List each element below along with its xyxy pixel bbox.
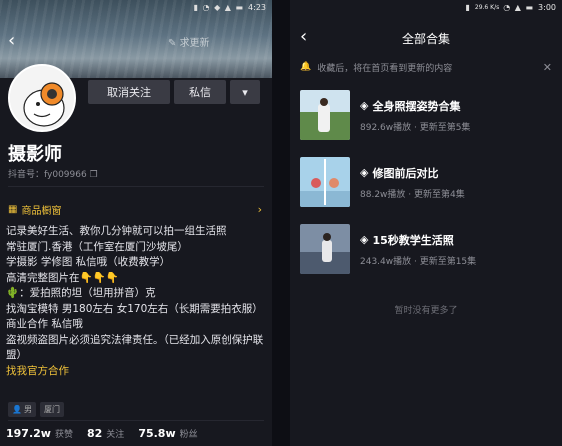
profile-tags: 👤 男 厦门 xyxy=(8,402,64,417)
bio-line: 盗视频盗图片必须追究法律责任。（已经加入原创保护联盟） xyxy=(6,333,264,362)
male-icon: 👤 xyxy=(12,405,22,414)
profile-stats: 197.2w 获赞 82 关注 75.8w 粉丝 xyxy=(6,427,208,440)
collections-panel: ▮ 29.6 K/s ◔ ▲ ▬ 3:00 ‹ 全部合集 🔔 收藏后，将在首页看… xyxy=(290,0,562,446)
chevron-right-icon: › xyxy=(257,202,262,216)
collection-meta: 88.2w播放 · 更新至第4集 xyxy=(360,189,465,200)
collection-title-text: 修图前后对比 xyxy=(372,166,439,180)
unfollow-button[interactable]: 取消关注 xyxy=(88,80,170,104)
status-icons: ▮ xyxy=(465,2,471,12)
collection-title-text: 15秒教学生活照 xyxy=(372,233,454,247)
notice-text: 收藏后，将在首页看到更新的内容 xyxy=(317,63,453,74)
network-speed: 29.6 K/s xyxy=(474,3,500,11)
copy-icon[interactable]: ❐ xyxy=(90,170,98,180)
shop-icon: ▦ xyxy=(8,203,18,215)
collection-info: ◈ 修图前后对比 88.2w播放 · 更新至第4集 xyxy=(360,165,465,200)
collection-title-text: 全身照摆姿势合集 xyxy=(372,99,461,113)
collection-title: ◈ 15秒教学生活照 xyxy=(360,232,476,248)
shop-label: 商品橱窗 xyxy=(21,205,62,217)
message-button[interactable]: 私信 xyxy=(174,80,226,104)
collection-info: ◈ 15秒教学生活照 243.4w播放 · 更新至第15集 xyxy=(360,232,476,267)
collection-item[interactable]: ◈ 修图前后对比 88.2w播放 · 更新至第4集 xyxy=(300,155,552,209)
followers-label[interactable]: 粉丝 xyxy=(180,427,198,440)
location-tag: 厦门 xyxy=(39,402,64,417)
profile-bio: 记录美好生活、教你几分钟就可以拍一组生活照 常驻厦门.香港（工作室在厦门沙坡尾）… xyxy=(6,224,270,379)
shop-window-link[interactable]: ▦ 商品橱窗 › xyxy=(8,202,262,217)
thumbnail-image-icon xyxy=(300,90,350,140)
request-update-button[interactable]: ✎ 求更新 xyxy=(168,34,210,49)
collection-info: ◈ 全身照摆姿势合集 892.6w播放 · 更新至第5集 xyxy=(360,98,470,133)
collection-title: ◈ 修图前后对比 xyxy=(360,165,465,181)
likes-count: 197.2w xyxy=(6,427,51,440)
collection-item[interactable]: ◈ 全身照摆姿势合集 892.6w播放 · 更新至第5集 xyxy=(300,88,552,142)
collection-meta: 892.6w播放 · 更新至第5集 xyxy=(360,122,471,133)
collection-thumbnail xyxy=(300,90,350,140)
bio-line: 高清完整图片在👇👇👇 xyxy=(6,271,119,284)
avatar[interactable] xyxy=(8,64,76,132)
bio-line: 🌵：爱拍照的坦（坦用拼音）克 xyxy=(6,287,156,299)
collection-meta: 243.4w播放 · 更新至第15集 xyxy=(360,256,477,267)
profile-name: 摄影师 xyxy=(8,144,62,165)
layers-icon: ◈ xyxy=(360,99,369,112)
followers-count[interactable]: 75.8w xyxy=(138,427,175,440)
bio-line: 常驻厦门.香港（工作室在厦门沙坡尾） xyxy=(6,240,188,253)
bio-line: 商业合作 私信哦 xyxy=(6,318,83,330)
uid-text: 抖音号：fy009966 xyxy=(8,170,87,180)
no-more-indicator: 暂时没有更多了 xyxy=(394,306,458,316)
layers-icon: ◈ xyxy=(360,233,369,246)
gender-label: 男 xyxy=(23,405,32,414)
following-label[interactable]: 关注 xyxy=(106,427,124,440)
official-cooperation-link[interactable]: 找我官方合作 xyxy=(6,364,270,380)
status-bar: ▮ 29.6 K/s ◔ ▲ ▬ 3:00 xyxy=(290,0,562,14)
avatar-illustration-icon xyxy=(10,66,74,130)
status-icons: ▮ ◔ ◆ ▲ ▬ xyxy=(193,2,245,12)
more-options-button[interactable]: ▾ xyxy=(230,80,260,104)
signal-icons: ◔ ▲ ▬ xyxy=(503,2,535,12)
gender-tag: 👤 男 xyxy=(8,402,36,417)
request-update-label: 求更新 xyxy=(179,38,210,49)
thumbnail-image-icon xyxy=(300,157,350,207)
close-icon[interactable]: ✕ xyxy=(543,61,552,74)
collection-item[interactable]: ◈ 15秒教学生活照 243.4w播放 · 更新至第15集 xyxy=(300,222,552,276)
collection-thumbnail xyxy=(300,157,350,207)
page-title: 全部合集 xyxy=(401,32,450,46)
status-time: 4:23 xyxy=(248,2,266,12)
bio-line: 记录美好生活、教你几分钟就可以拍一组生活照 xyxy=(6,225,227,237)
layers-icon: ◈ xyxy=(360,166,369,179)
profile-panel: ▮ ◔ ◆ ▲ ▬ 4:23 ‹ ✎ 求更新 取消关注 私信 ▾ 摄影师 抖音号… xyxy=(0,0,272,446)
favorite-notice: 🔔 收藏后，将在首页看到更新的内容 ✕ xyxy=(290,56,562,78)
bio-line: 找淘宝模特 男180左右 女170左右（长期需要拍衣服） xyxy=(6,302,263,315)
likes-label: 获赞 xyxy=(54,430,73,440)
thumbnail-image-icon xyxy=(300,224,350,274)
profile-uid: 抖音号：fy009966 ❐ xyxy=(8,167,98,180)
bio-line: 学摄影 学修图 私信哦（收费教学） xyxy=(6,256,171,268)
bell-icon: 🔔 xyxy=(300,62,312,72)
divider xyxy=(8,186,264,187)
collection-title: ◈ 全身照摆姿势合集 xyxy=(360,98,470,114)
status-time: 3:00 xyxy=(538,2,556,12)
collection-thumbnail xyxy=(300,224,350,274)
following-count[interactable]: 82 xyxy=(87,427,102,440)
back-button[interactable]: ‹ xyxy=(8,30,15,51)
status-bar: ▮ ◔ ◆ ▲ ▬ 4:23 xyxy=(0,0,272,14)
chevron-down-icon: ▾ xyxy=(242,85,248,99)
divider xyxy=(8,420,264,421)
